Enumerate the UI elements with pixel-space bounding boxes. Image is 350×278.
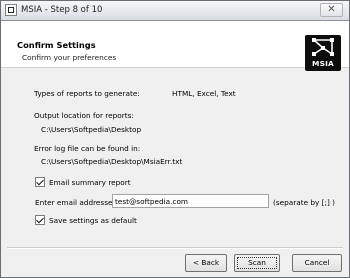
- page-title: Confirm Settings: [17, 40, 96, 50]
- window-title: MSIA - Step 8 of 10: [21, 5, 103, 15]
- footer-divider: [7, 247, 343, 249]
- email-summary-checkbox[interactable]: [35, 177, 45, 187]
- network-icon: [312, 38, 334, 56]
- cancel-button[interactable]: Cancel: [292, 254, 342, 272]
- output-value: C:\Users\Softpedia\Desktop: [41, 125, 142, 134]
- errorlog-label: Error log file can be found in:: [34, 144, 141, 153]
- page-subtitle: Confirm your preferences: [22, 53, 117, 62]
- close-button[interactable]: ✕: [320, 3, 343, 17]
- logo-text: MSIA: [312, 59, 334, 68]
- save-default-label: Save settings as default: [49, 216, 137, 225]
- email-summary-label: Email summary report: [49, 178, 131, 187]
- errorlog-value: C:\Users\Softpedia\Desktop\MsiaErr.txt: [41, 157, 183, 166]
- email-addresses-label: Enter email addresses:: [35, 198, 119, 207]
- wizard-window: MSIA - Step 8 of 10 ✕ Confirm Settings C…: [0, 0, 350, 278]
- msia-logo: MSIA: [305, 35, 341, 71]
- reports-value: HTML, Excel, Text: [172, 89, 236, 98]
- scan-button[interactable]: Scan: [234, 254, 280, 272]
- app-icon: [5, 4, 17, 16]
- reports-label: Types of reports to generate:: [34, 89, 140, 98]
- save-default-checkbox[interactable]: [35, 215, 45, 225]
- output-label: Output location for reports:: [34, 111, 134, 120]
- email-input[interactable]: [112, 194, 269, 208]
- title-bar[interactable]: MSIA - Step 8 of 10 ✕: [1, 1, 349, 21]
- email-separator-hint: (separate by [;] ): [273, 198, 335, 207]
- back-button[interactable]: < Back: [185, 254, 227, 272]
- wizard-header: Confirm Settings Confirm your preference…: [1, 21, 349, 71]
